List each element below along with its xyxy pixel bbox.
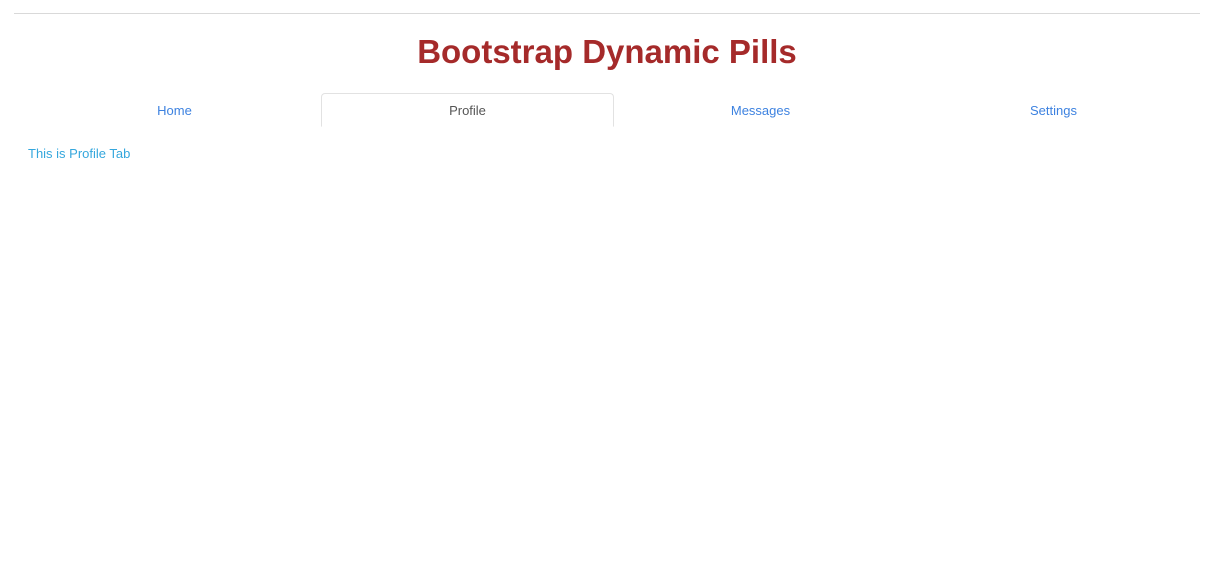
tab-settings[interactable]: Settings xyxy=(907,93,1200,127)
page-title: Bootstrap Dynamic Pills xyxy=(417,33,797,70)
tab-profile[interactable]: Profile xyxy=(321,93,614,127)
top-divider xyxy=(14,13,1200,14)
tab-home[interactable]: Home xyxy=(28,93,321,127)
tab-messages[interactable]: Messages xyxy=(614,93,907,127)
tab-content-profile: This is Profile Tab xyxy=(28,146,131,161)
nav-pills: Home Profile Messages Settings xyxy=(28,93,1200,127)
